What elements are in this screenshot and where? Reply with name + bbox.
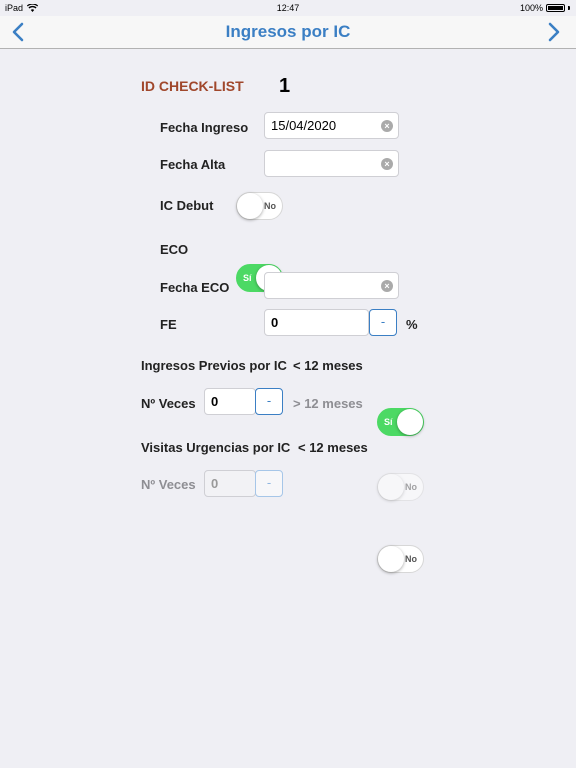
switch-knob <box>237 193 263 219</box>
n-veces-urgencias-field[interactable]: 0 <box>204 470 256 497</box>
switch-knob <box>378 474 404 500</box>
battery-icon <box>546 4 565 12</box>
visitas-urgencias-lt12-label: < 12 meses <box>298 440 368 455</box>
switch-knob <box>378 546 404 572</box>
fecha-ingreso-value: 15/04/2020 <box>271 118 337 133</box>
switch-knob <box>397 409 423 435</box>
switch-state-text: Sí <box>243 273 252 283</box>
battery-percent: 100% <box>519 3 543 13</box>
fe-stepper-button[interactable]: - <box>369 309 397 336</box>
ic-debut-switch[interactable]: No <box>236 192 283 220</box>
ingresos-previos-gt12-switch[interactable]: No <box>377 473 424 501</box>
clear-icon[interactable]: × <box>381 158 393 170</box>
ic-debut-label: IC Debut <box>160 198 214 213</box>
n-veces-field[interactable]: 0 <box>204 388 256 415</box>
n-veces-stepper-button[interactable]: - <box>255 388 283 415</box>
status-right: 100% <box>520 3 570 13</box>
forward-chevron-icon[interactable] <box>542 21 564 43</box>
fecha-alta-label: Fecha Alta <box>160 157 226 172</box>
battery-tip <box>568 6 570 10</box>
n-veces-urgencias-stepper-button[interactable]: - <box>255 470 283 497</box>
eco-label: ECO <box>160 242 189 257</box>
n-veces-label: Nº Veces <box>141 396 196 411</box>
fecha-eco-label: Fecha ECO <box>160 280 230 295</box>
fe-label: FE <box>160 317 177 332</box>
fecha-eco-field[interactable]: × <box>264 272 399 299</box>
fe-unit: % <box>406 317 418 332</box>
visitas-urgencias-label: Visitas Urgencias por IC <box>141 440 291 455</box>
fe-value: 0 <box>271 315 279 330</box>
clear-icon[interactable]: × <box>381 120 393 132</box>
ingresos-previos-gt12-label: > 12 meses <box>293 396 363 411</box>
ingresos-previos-lt12-label: < 12 meses <box>293 358 363 373</box>
n-veces-value: 0 <box>211 394 219 409</box>
fecha-ingreso-label: Fecha Ingreso <box>160 120 249 135</box>
switch-state-text: No <box>264 201 276 211</box>
id-checklist-label: ID CHECK-LIST <box>141 78 244 94</box>
visitas-urgencias-lt12-switch[interactable]: No <box>377 545 424 573</box>
ingresos-previos-label: Ingresos Previos por IC <box>141 358 287 373</box>
fecha-alta-field[interactable]: × <box>264 150 399 177</box>
switch-state-text: Sí <box>384 417 393 427</box>
status-time: 12:47 <box>276 3 300 13</box>
page-title: Ingresos por IC <box>225 22 351 41</box>
ingresos-previos-lt12-switch[interactable]: Sí <box>377 408 424 436</box>
status-bar: iPad 12:47 100% <box>0 0 576 16</box>
fecha-ingreso-field[interactable]: 15/04/2020 × <box>264 112 399 139</box>
n-veces-urgencias-label: Nº Veces <box>141 477 196 492</box>
switch-state-text: No <box>405 554 417 564</box>
back-chevron-icon[interactable] <box>8 21 30 43</box>
navigation-bar: Ingresos por IC <box>0 16 576 49</box>
n-veces-urgencias-value: 0 <box>211 476 219 491</box>
fe-field[interactable]: 0 <box>264 309 369 336</box>
switch-state-text: No <box>405 482 417 492</box>
clear-icon[interactable]: × <box>381 280 393 292</box>
id-checklist-value: 1 <box>279 75 291 97</box>
